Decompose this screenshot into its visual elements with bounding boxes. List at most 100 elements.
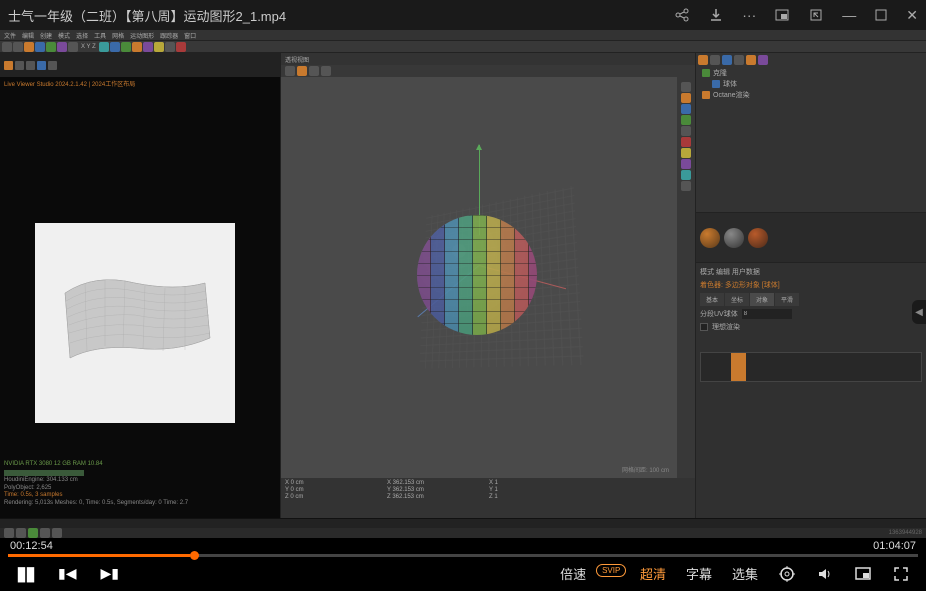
menu-item[interactable]: 网格 <box>112 31 124 40</box>
obj-mgr-icon[interactable] <box>734 55 744 65</box>
pause-button[interactable]: ▮▮ <box>16 561 34 586</box>
goto-start-icon[interactable] <box>4 528 14 538</box>
playlist-button[interactable]: 选集 <box>732 564 758 583</box>
menu-item[interactable]: 模式 <box>58 31 70 40</box>
vp-side-icon[interactable] <box>681 181 691 191</box>
material-preview[interactable] <box>724 228 744 248</box>
volume-icon[interactable] <box>816 565 834 583</box>
menu-item[interactable]: 文件 <box>4 31 16 40</box>
render-view[interactable] <box>35 223 235 423</box>
object-row[interactable]: 克隆 <box>698 67 924 78</box>
menu-item[interactable]: 工具 <box>94 31 106 40</box>
settings-icon[interactable] <box>778 565 796 583</box>
obj-mgr-icon[interactable] <box>710 55 720 65</box>
vp-side-icon[interactable] <box>681 170 691 180</box>
coord-x[interactable]: X 0 cm <box>285 480 375 486</box>
vp-side-icon[interactable] <box>681 104 691 114</box>
download-icon[interactable] <box>708 7 724 23</box>
render-tab-icon[interactable] <box>4 61 13 70</box>
render-tab-icon[interactable] <box>15 61 24 70</box>
menu-item[interactable]: 编辑 <box>22 31 34 40</box>
obj-mgr-icon[interactable] <box>746 55 756 65</box>
share-icon[interactable] <box>674 7 690 23</box>
pip-icon[interactable] <box>774 7 790 23</box>
tool-nurbs-icon[interactable] <box>121 42 131 52</box>
obj-mgr-icon[interactable] <box>722 55 732 65</box>
next-button[interactable]: ▶▮ <box>101 565 119 582</box>
tool-scale-icon[interactable] <box>46 42 56 52</box>
progress-bar[interactable] <box>8 554 918 557</box>
quality-wrapper[interactable]: SVIP 超清 <box>606 564 666 583</box>
subtitle-button[interactable]: 字幕 <box>686 564 712 583</box>
tool-deformer-icon[interactable] <box>143 42 153 52</box>
minimize-icon[interactable]: — <box>842 7 856 23</box>
coord-y[interactable]: Y 0 cm <box>285 487 375 493</box>
vp-side-icon[interactable] <box>681 137 691 147</box>
vp-side-icon[interactable] <box>681 159 691 169</box>
vp-side-icon[interactable] <box>681 82 691 92</box>
vp-tool-icon[interactable] <box>321 66 331 76</box>
vp-tool-icon[interactable] <box>297 66 307 76</box>
play-icon[interactable] <box>28 528 38 538</box>
material-preview[interactable] <box>700 228 720 248</box>
material-preview[interactable] <box>748 228 768 248</box>
close-icon[interactable]: ✕ <box>906 7 918 24</box>
minimode-icon[interactable] <box>808 7 824 23</box>
vp-side-icon[interactable] <box>681 126 691 136</box>
coord-ys[interactable]: Y 1 <box>489 487 579 493</box>
coord-zr[interactable]: Z 362.153 cm <box>387 494 477 500</box>
tool-redo-icon[interactable] <box>13 42 23 52</box>
render-tab-icon[interactable] <box>48 61 57 70</box>
menu-item[interactable]: 创建 <box>40 31 52 40</box>
menu-item[interactable]: 跟踪器 <box>160 31 178 40</box>
tool-render-icon[interactable] <box>176 42 186 52</box>
more-icon[interactable]: ··· <box>742 7 756 23</box>
fullscreen-icon[interactable] <box>892 565 910 583</box>
speed-button[interactable]: 倍速 <box>560 564 586 583</box>
next-frame-icon[interactable] <box>40 528 50 538</box>
tool-rotate-icon[interactable] <box>57 42 67 52</box>
vp-side-icon[interactable] <box>681 115 691 125</box>
object-row[interactable]: Octane渲染 <box>698 89 924 100</box>
side-drawer-handle[interactable]: ◀ <box>912 300 926 324</box>
segments-input[interactable] <box>742 309 792 319</box>
tool-spline-icon[interactable] <box>110 42 120 52</box>
keyframe-marker[interactable] <box>731 353 746 381</box>
attr-tab[interactable]: 平滑 <box>775 293 799 306</box>
goto-end-icon[interactable] <box>52 528 62 538</box>
tool-generator-icon[interactable] <box>132 42 142 52</box>
menu-item[interactable]: 运动图形 <box>130 31 154 40</box>
render-tab-icon[interactable] <box>37 61 46 70</box>
tool-undo-icon[interactable] <box>2 42 12 52</box>
attr-tab[interactable]: 对象 <box>750 293 774 306</box>
progress-handle[interactable] <box>190 551 199 560</box>
tool-live-select-icon[interactable] <box>24 42 34 52</box>
object-row[interactable]: 球体 <box>698 78 924 89</box>
tool-camera-icon[interactable] <box>165 42 175 52</box>
prev-button[interactable]: ▮◀ <box>58 565 76 582</box>
timeline-track[interactable] <box>700 352 922 382</box>
tool-cube-icon[interactable] <box>99 42 109 52</box>
attr-tab[interactable]: 基本 <box>700 293 724 306</box>
checkbox[interactable] <box>700 323 708 331</box>
coord-yr[interactable]: Y 362.153 cm <box>387 487 477 493</box>
vp-side-icon[interactable] <box>681 148 691 158</box>
menu-item[interactable]: 选择 <box>76 31 88 40</box>
pip-icon[interactable] <box>854 565 872 583</box>
prev-frame-icon[interactable] <box>16 528 26 538</box>
menu-item[interactable]: 窗口 <box>184 31 196 40</box>
coord-zs[interactable]: Z 1 <box>489 494 579 500</box>
viewport-3d[interactable]: 网格间距: 100 cm <box>281 77 677 478</box>
tool-move-icon[interactable] <box>35 42 45 52</box>
obj-mgr-icon[interactable] <box>698 55 708 65</box>
render-tab-icon[interactable] <box>26 61 35 70</box>
attr-tab[interactable]: 坐标 <box>725 293 749 306</box>
c4d-timeline[interactable] <box>0 518 926 528</box>
coord-z[interactable]: Z 0 cm <box>285 494 375 500</box>
tool-axis-icon[interactable] <box>68 42 78 52</box>
obj-mgr-icon[interactable] <box>758 55 768 65</box>
vp-tool-icon[interactable] <box>309 66 319 76</box>
maximize-icon[interactable] <box>874 8 888 22</box>
coord-xr[interactable]: X 362.153 cm <box>387 480 477 486</box>
sphere-object[interactable] <box>417 215 537 335</box>
